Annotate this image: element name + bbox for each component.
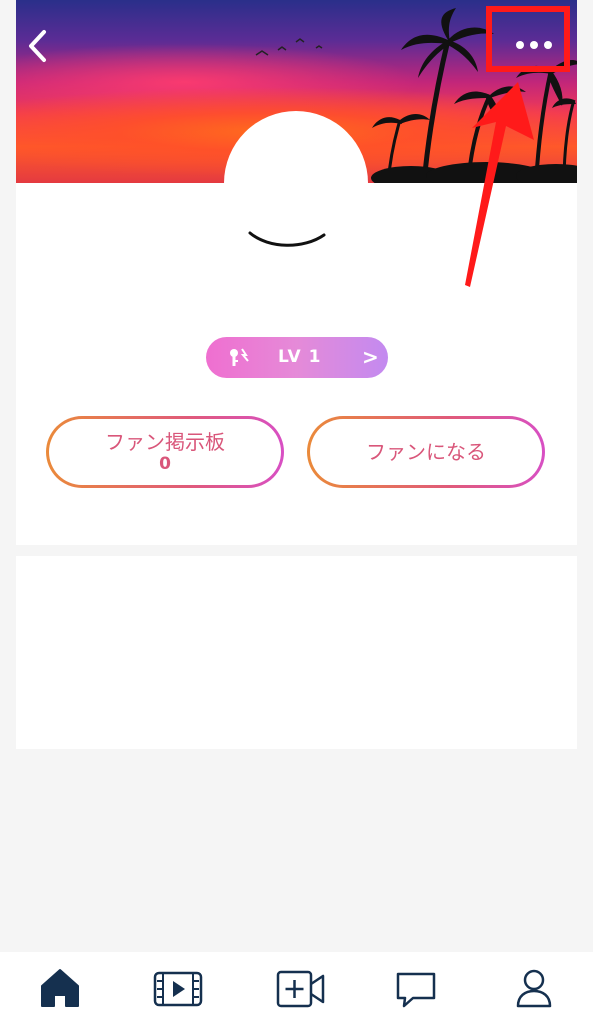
add-video-icon — [276, 970, 325, 1008]
fan-board-label: ファン掲示板 — [105, 430, 225, 454]
more-horizontal-icon — [516, 41, 524, 49]
chat-bubble-icon — [396, 972, 436, 1008]
nav-home[interactable] — [35, 966, 85, 1012]
nav-videos[interactable] — [153, 966, 203, 1012]
nav-messages[interactable] — [391, 966, 441, 1012]
more-options-button[interactable] — [486, 6, 576, 76]
content-card — [16, 556, 577, 749]
fan-board-count: 0 — [159, 454, 171, 474]
avatar[interactable] — [224, 111, 368, 255]
back-button[interactable] — [22, 26, 56, 66]
annotation-highlight-box — [486, 6, 570, 72]
chevron-left-icon — [29, 30, 46, 62]
video-play-icon — [153, 971, 203, 1007]
home-icon — [41, 969, 79, 1007]
level-label: LV 1 — [278, 347, 322, 367]
user-icon — [516, 969, 552, 1008]
bottom-nav — [0, 952, 593, 1024]
key-spark-icon — [230, 348, 249, 366]
become-fan-button[interactable]: ファンになる — [307, 416, 545, 488]
become-fan-label: ファンになる — [366, 440, 486, 464]
fan-board-button[interactable]: ファン掲示板 0 — [46, 416, 284, 488]
nav-live[interactable] — [275, 966, 325, 1012]
level-badge[interactable]: LV 1 > — [206, 337, 388, 378]
chevron-right-icon: > — [362, 345, 379, 369]
nav-profile[interactable] — [509, 966, 559, 1012]
